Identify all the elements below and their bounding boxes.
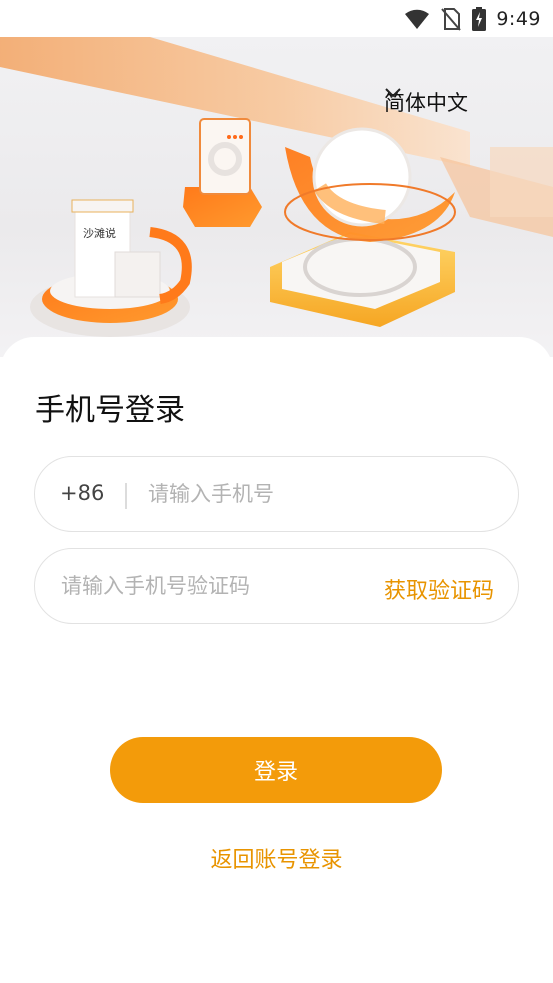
- wifi-icon: [405, 9, 430, 30]
- phone-field: +86: [34, 456, 519, 532]
- battery-charging-icon: [472, 7, 487, 31]
- field-divider: [125, 483, 127, 509]
- verification-code-field: 获取验证码: [34, 548, 519, 624]
- chevron-down-icon: [385, 88, 401, 98]
- get-code-button[interactable]: 获取验证码: [384, 573, 494, 605]
- login-button[interactable]: 登录: [110, 737, 442, 803]
- back-to-account-login-link[interactable]: 返回账号登录: [0, 842, 553, 874]
- phone-input[interactable]: [148, 474, 498, 514]
- login-card: 手机号登录 +86 获取验证码 登录 返回账号登录: [0, 337, 553, 983]
- verification-code-input[interactable]: [61, 566, 361, 606]
- page-title: 手机号登录: [35, 393, 185, 428]
- status-time: 9:49: [496, 8, 541, 30]
- status-icons: 9:49: [404, 6, 541, 32]
- hero-banner: 沙滩说 简体中文: [0, 37, 553, 357]
- status-bar: 9:49: [0, 0, 553, 37]
- hero-illustration: 沙滩说: [0, 37, 553, 337]
- language-selector[interactable]: 简体中文: [384, 87, 468, 117]
- building-sign: 沙滩说: [83, 226, 116, 240]
- country-code-selector[interactable]: +86: [60, 481, 104, 505]
- no-sim-icon: [441, 8, 462, 31]
